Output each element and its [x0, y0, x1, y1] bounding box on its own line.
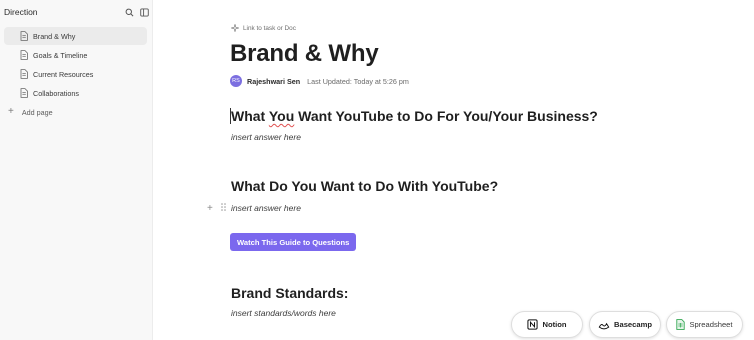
- add-block-icon[interactable]: +: [207, 203, 213, 214]
- heading-do-with-youtube[interactable]: What Do You Want to Do With YouTube?: [231, 178, 498, 194]
- avatar[interactable]: RS: [230, 75, 242, 87]
- sidebar-item-current-resources[interactable]: Current Resources: [4, 65, 147, 83]
- basecamp-label: Basecamp: [614, 320, 652, 329]
- sidebar-toggle-icon[interactable]: [140, 7, 149, 17]
- basecamp-import-button[interactable]: Basecamp: [589, 311, 661, 338]
- document-icon: [20, 50, 28, 62]
- link-task-button[interactable]: Link to task or Doc: [231, 24, 296, 32]
- spreadsheet-label: Spreadsheet: [689, 320, 733, 329]
- heading-youtube-for-business[interactable]: What You Want YouTube to Do For You/Your…: [231, 108, 598, 124]
- sidebar-item-label: Collaborations: [33, 88, 79, 98]
- heading-brand-standards[interactable]: Brand Standards:: [231, 285, 348, 301]
- plus-icon: +: [8, 106, 14, 117]
- add-page-label: Add page: [21, 107, 53, 117]
- sidebar-item-label: Brand & Why: [33, 31, 76, 41]
- page-title[interactable]: Brand & Why: [230, 40, 379, 68]
- sidebar-title: Direction: [4, 7, 38, 17]
- link-task-label: Link to task or Doc: [243, 24, 296, 32]
- search-icon[interactable]: [125, 8, 134, 17]
- block-controls: +: [207, 203, 226, 214]
- sidebar-tools: [125, 7, 149, 17]
- author-name: Rajeshwari Sen: [247, 76, 301, 86]
- last-updated: Last Updated: Today at 5:26 pm: [307, 76, 409, 86]
- answer-text[interactable]: insert answer here: [231, 203, 301, 213]
- answer-text[interactable]: insert answer here: [231, 132, 301, 142]
- drag-handle-icon[interactable]: [221, 203, 226, 214]
- sidebar-item-label: Current Resources: [33, 69, 94, 79]
- app-window: Direction Brand & Why Goals & Timeline C…: [0, 0, 754, 340]
- sparkle-icon: [231, 24, 239, 32]
- doc-meta: RS Rajeshwari Sen Last Updated: Today at…: [230, 75, 409, 87]
- spellcheck-word: You: [268, 108, 295, 124]
- basecamp-icon: [598, 322, 610, 329]
- sidebar-item-goals-timeline[interactable]: Goals & Timeline: [4, 46, 147, 64]
- add-page-button[interactable]: + Add page: [8, 104, 53, 120]
- notion-label: Notion: [542, 320, 567, 329]
- sidebar-header: Direction: [4, 5, 149, 19]
- sidebar-item-brand-why[interactable]: Brand & Why: [4, 27, 147, 45]
- document-area: Link to task or Doc Brand & Why RS Rajes…: [153, 0, 754, 340]
- notion-icon: [527, 319, 539, 330]
- sidebar: Direction Brand & Why Goals & Timeline C…: [0, 0, 153, 340]
- heading-prefix: What: [231, 108, 269, 124]
- spreadsheet-import-button[interactable]: Spreadsheet: [666, 311, 743, 338]
- notion-import-button[interactable]: Notion: [511, 311, 583, 338]
- sidebar-item-collaborations[interactable]: Collaborations: [4, 84, 147, 102]
- document-icon: [20, 69, 28, 81]
- sidebar-item-label: Goals & Timeline: [33, 50, 88, 60]
- watch-guide-button[interactable]: Watch This Guide to Questions: [230, 233, 357, 251]
- heading-suffix: Want YouTube to Do For You/Your Business…: [294, 108, 598, 124]
- document-icon: [20, 31, 28, 43]
- standards-text[interactable]: insert standards/words here: [231, 308, 336, 318]
- document-icon: [20, 88, 28, 100]
- spreadsheet-icon: [676, 319, 686, 330]
